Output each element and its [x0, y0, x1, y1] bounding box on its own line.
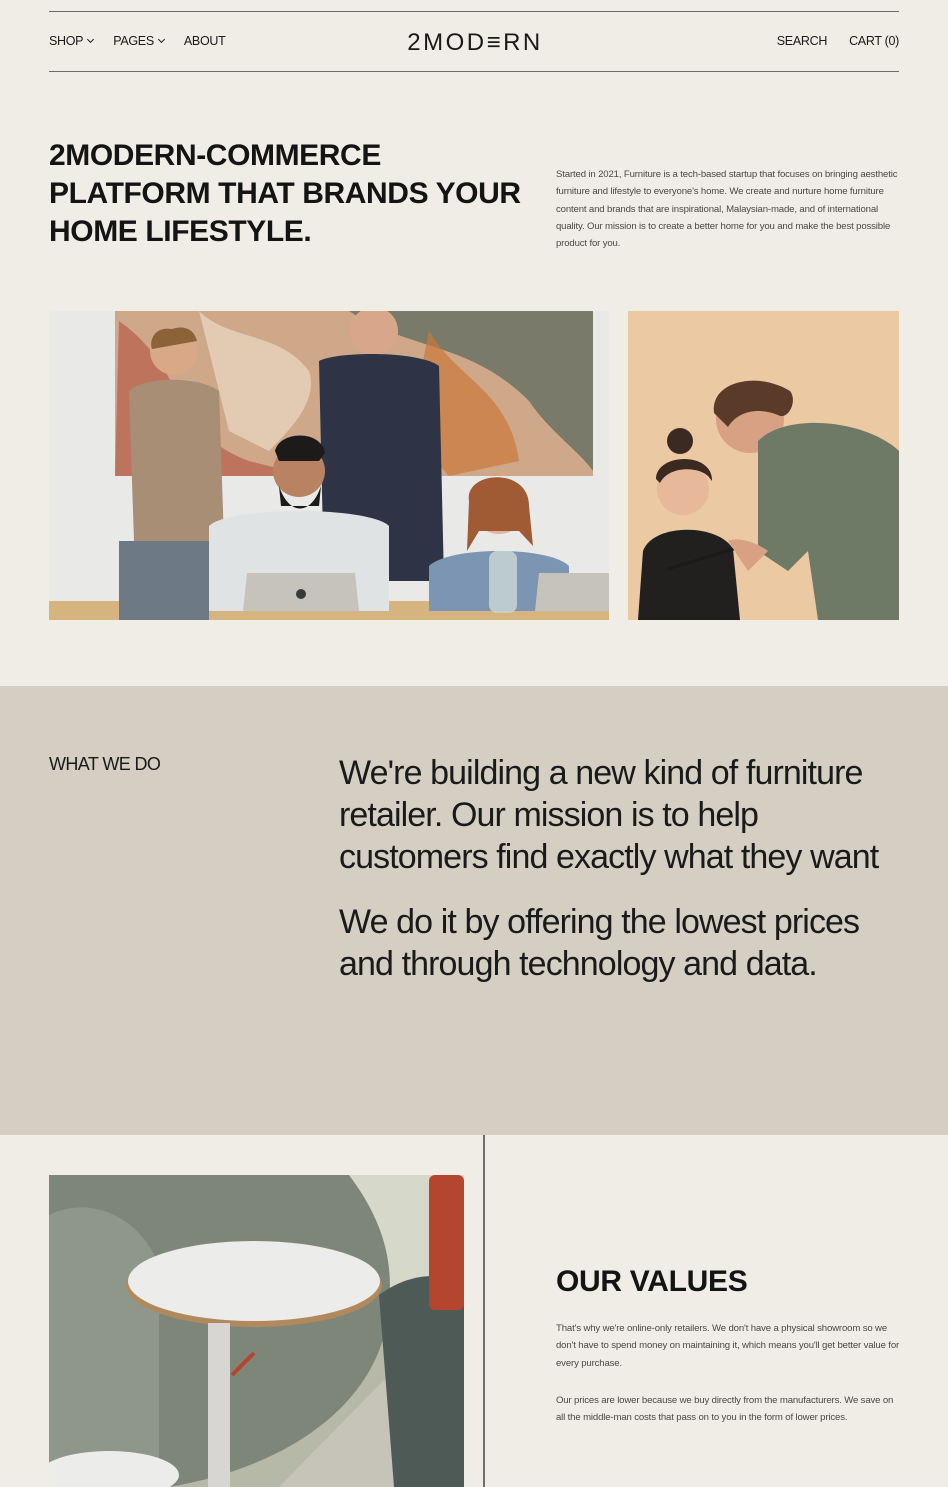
nav-about-label: ABOUT: [183, 34, 226, 48]
nav-pages[interactable]: PAGES: [113, 34, 165, 48]
chair-table-photo: [49, 1175, 464, 1487]
nav-shop-label: SHOP: [49, 34, 84, 48]
cart-link[interactable]: CART (0): [849, 34, 899, 48]
nav-pages-label: PAGES: [113, 34, 154, 48]
designers-photo: [628, 311, 899, 620]
values-title: OUR VALUES: [556, 1265, 748, 1298]
values-paragraph: Our prices are lower because we buy dire…: [556, 1395, 894, 1424]
chevron-down-icon: [87, 35, 95, 44]
mission-paragraph: We're building a new kind of furniture r…: [339, 754, 879, 876]
mission-statement: We're building a new kind of furniture r…: [339, 752, 914, 1008]
vertical-divider: [483, 1135, 485, 1487]
search-link[interactable]: SEARCH: [777, 34, 828, 48]
mission-paragraph: We do it by offering the lowest prices a…: [339, 903, 860, 983]
chevron-down-icon: [157, 35, 165, 44]
nav-about[interactable]: ABOUT: [184, 34, 226, 48]
hero-title: 2MODERN-COMMERCE PLATFORM THAT BRANDS YO…: [49, 139, 521, 248]
section-label: WHAT WE DO: [49, 754, 161, 774]
site-header: SHOP PAGES ABOUT 2MOD≡RN SEARCH CART (0): [49, 11, 899, 72]
team-photo: [49, 311, 609, 620]
hero-description: Started in 2021, Furniture is a tech-bas…: [556, 169, 898, 250]
utility-nav: SEARCH CART (0): [755, 34, 900, 48]
main-nav: SHOP PAGES ABOUT: [49, 34, 245, 48]
what-we-do-section: WHAT WE DO We're building a new kind of …: [0, 686, 948, 1135]
values-paragraph: That's why we're online-only retailers. …: [556, 1323, 900, 1369]
site-logo[interactable]: 2MOD≡RN: [401, 29, 549, 57]
nav-shop[interactable]: SHOP: [49, 34, 95, 48]
